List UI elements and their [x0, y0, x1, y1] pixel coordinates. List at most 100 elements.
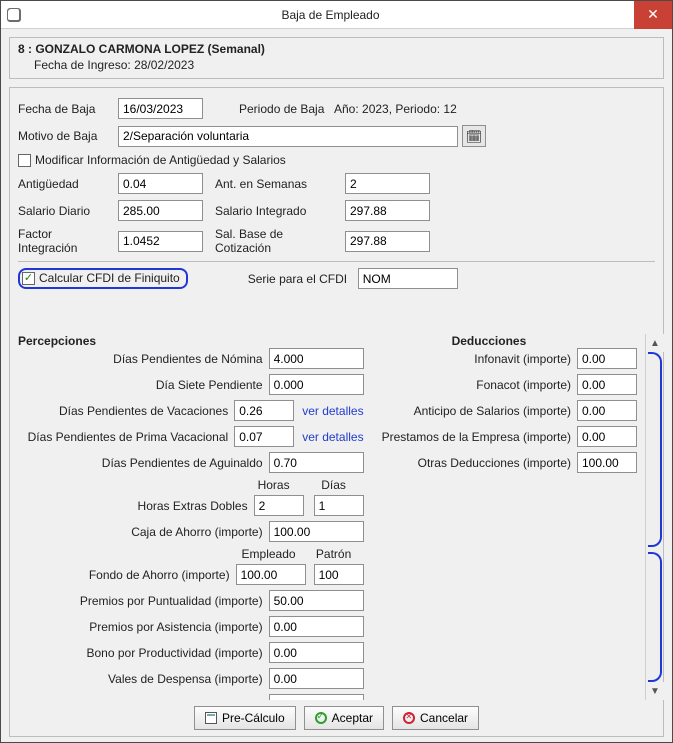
sbc-input[interactable]	[345, 231, 430, 252]
dias-prima-input[interactable]	[234, 426, 294, 447]
productividad-input[interactable]	[269, 642, 364, 663]
puntualidad-label: Premios por Puntualidad (importe)	[18, 594, 269, 608]
anticipo-input[interactable]	[577, 400, 637, 421]
vales-efectivo-input[interactable]	[269, 694, 364, 700]
sub-patron: Patrón	[304, 547, 364, 561]
motivo-lookup-button[interactable]: 🗓	[462, 125, 486, 147]
productividad-label: Bono por Productividad (importe)	[18, 646, 269, 660]
ant-semanas-input[interactable]	[345, 173, 430, 194]
cancelar-button[interactable]: Cancelar	[392, 706, 479, 730]
factor-label: Factor Integración	[18, 227, 118, 255]
dias-prima-label: Días Pendientes de Prima Vacacional	[18, 430, 234, 444]
mod-info-checkbox[interactable]	[18, 154, 31, 167]
caja-ahorro-input[interactable]	[269, 521, 364, 542]
vales-input[interactable]	[269, 668, 364, 689]
prestamos-label: Prestamos de la Empresa (importe)	[382, 430, 577, 444]
calculator-icon	[205, 712, 217, 724]
mod-info-label: Modificar Información de Antigüedad y Sa…	[35, 153, 286, 167]
motivo-label: Motivo de Baja	[18, 129, 118, 143]
puntualidad-input[interactable]	[269, 590, 364, 611]
cancelar-label: Cancelar	[420, 711, 468, 725]
scroll-up-icon[interactable]: ▲	[646, 334, 664, 352]
ingreso-label: Fecha de Ingreso:	[34, 58, 131, 72]
otras-ded-input[interactable]	[577, 452, 637, 473]
sal-integrado-input[interactable]	[345, 200, 430, 221]
fonacot-input[interactable]	[577, 374, 637, 395]
scrollbar[interactable]: ▲ ▼	[645, 334, 663, 700]
prima-detalles-link[interactable]: ver detalles	[302, 430, 363, 444]
sal-diario-input[interactable]	[118, 200, 203, 221]
factor-input[interactable]	[118, 231, 203, 252]
fondo-ahorro-emp-input[interactable]	[236, 564, 306, 585]
aceptar-label: Aceptar	[332, 711, 373, 725]
ingreso-line: Fecha de Ingreso: 28/02/2023	[18, 58, 655, 72]
anticipo-label: Anticipo de Salarios (importe)	[382, 404, 577, 418]
ingreso-value: 28/02/2023	[134, 58, 194, 72]
otras-ded-label: Otras Deducciones (importe)	[382, 456, 577, 470]
fonacot-label: Fonacot (importe)	[382, 378, 577, 392]
deducciones-title: Deducciones	[382, 334, 637, 348]
sub-empleado: Empleado	[234, 547, 304, 561]
dia-siete-input[interactable]	[269, 374, 364, 395]
aceptar-button[interactable]: Aceptar	[304, 706, 384, 730]
asistencia-input[interactable]	[269, 616, 364, 637]
detail-scrollarea: Percepciones Días Pendientes de Nómina D…	[10, 334, 645, 700]
vac-detalles-link[interactable]: ver detalles	[302, 404, 363, 418]
motivo-input[interactable]	[118, 126, 458, 147]
sal-diario-label: Salario Diario	[18, 204, 118, 218]
window-frame: Baja de Empleado ✕ 8 : GONZALO CARMONA L…	[0, 0, 673, 743]
client-area: 8 : GONZALO CARMONA LOPEZ (Semanal) Fech…	[1, 29, 672, 742]
serie-input[interactable]	[358, 268, 458, 289]
calc-cfdi-label: Calcular CFDI de Finiquito	[39, 271, 180, 285]
prestamos-input[interactable]	[577, 426, 637, 447]
close-icon: ✕	[647, 6, 659, 23]
sbc-label: Sal. Base de Cotización	[215, 227, 345, 255]
employee-header: 8 : GONZALO CARMONA LOPEZ (Semanal) Fech…	[9, 37, 664, 79]
antiguedad-input[interactable]	[118, 173, 203, 194]
periodo-value: Año: 2023, Periodo: 12	[334, 102, 457, 116]
calc-cfdi-checkbox[interactable]	[22, 272, 35, 285]
asistencia-label: Premios por Asistencia (importe)	[18, 620, 269, 634]
fondo-ahorro-pat-input[interactable]	[314, 564, 364, 585]
button-bar: Pre-Cálculo Aceptar Cancelar	[10, 706, 663, 730]
caja-ahorro-label: Caja de Ahorro (importe)	[18, 525, 269, 539]
range-bracket-1	[648, 352, 662, 547]
fecha-baja-input[interactable]	[118, 98, 203, 119]
horas-dobles-d-input[interactable]	[314, 495, 364, 516]
close-button[interactable]: ✕	[634, 1, 672, 29]
horas-dobles-h-input[interactable]	[254, 495, 304, 516]
vales-efectivo-label: Vales de Despensa en Efectivo (importe)	[18, 698, 269, 701]
percepciones-title: Percepciones	[18, 334, 364, 348]
fecha-baja-label: Fecha de Baja	[18, 102, 118, 116]
dias-vac-input[interactable]	[234, 400, 294, 421]
window-title: Baja de Empleado	[27, 8, 634, 22]
scroll-down-icon[interactable]: ▼	[646, 682, 664, 700]
ant-semanas-label: Ant. en Semanas	[215, 177, 345, 191]
dias-nomina-label: Días Pendientes de Nómina	[18, 352, 269, 366]
calendar-icon: 🗓	[466, 130, 483, 143]
dia-siete-label: Día Siete Pendiente	[18, 378, 269, 392]
horas-dobles-label: Horas Extras Dobles	[18, 499, 254, 513]
infonavit-label: Infonavit (importe)	[382, 352, 577, 366]
sal-integrado-label: Salario Integrado	[215, 204, 345, 218]
form-panel: Fecha de Baja Periodo de Baja Año: 2023,…	[9, 87, 664, 737]
fondo-ahorro-label: Fondo de Ahorro (importe)	[18, 568, 236, 582]
employee-id-line: 8 : GONZALO CARMONA LOPEZ (Semanal)	[18, 42, 655, 56]
calc-cfdi-highlight: Calcular CFDI de Finiquito	[18, 268, 188, 289]
sub-dias: Días	[304, 478, 364, 492]
dias-aguinaldo-label: Días Pendientes de Aguinaldo	[18, 456, 269, 470]
vales-label: Vales de Despensa (importe)	[18, 672, 269, 686]
precalc-button[interactable]: Pre-Cálculo	[194, 706, 296, 730]
precalc-label: Pre-Cálculo	[222, 711, 285, 725]
range-bracket-2	[648, 552, 662, 682]
title-bar: Baja de Empleado ✕	[1, 1, 672, 29]
dias-aguinaldo-input[interactable]	[269, 452, 364, 473]
check-circle-icon	[315, 712, 327, 724]
sub-horas: Horas	[244, 478, 304, 492]
x-circle-icon	[403, 712, 415, 724]
antiguedad-label: Antigüedad	[18, 177, 118, 191]
infonavit-input[interactable]	[577, 348, 637, 369]
dias-nomina-input[interactable]	[269, 348, 364, 369]
serie-label: Serie para el CFDI	[248, 272, 358, 286]
app-icon	[7, 8, 21, 22]
